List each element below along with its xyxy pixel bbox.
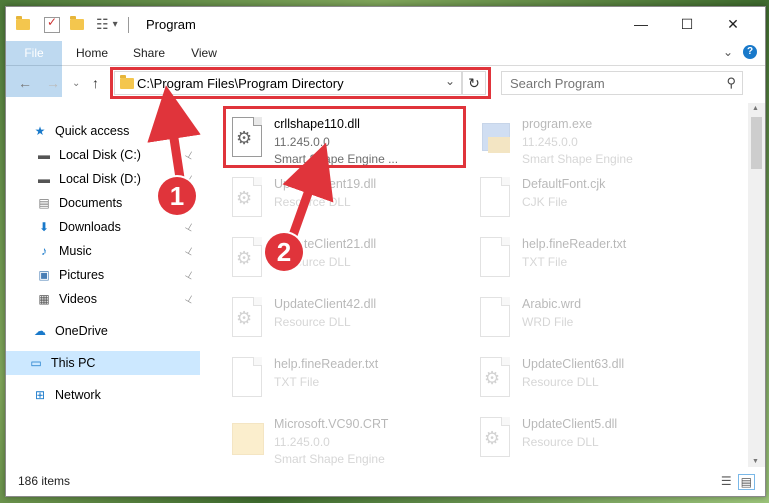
arrow-2	[282, 142, 334, 240]
annotation-arrows	[147, 85, 334, 240]
step-1-badge: 1	[158, 177, 196, 215]
step-2-badge: 2	[265, 233, 303, 271]
arrow-1	[147, 85, 201, 179]
